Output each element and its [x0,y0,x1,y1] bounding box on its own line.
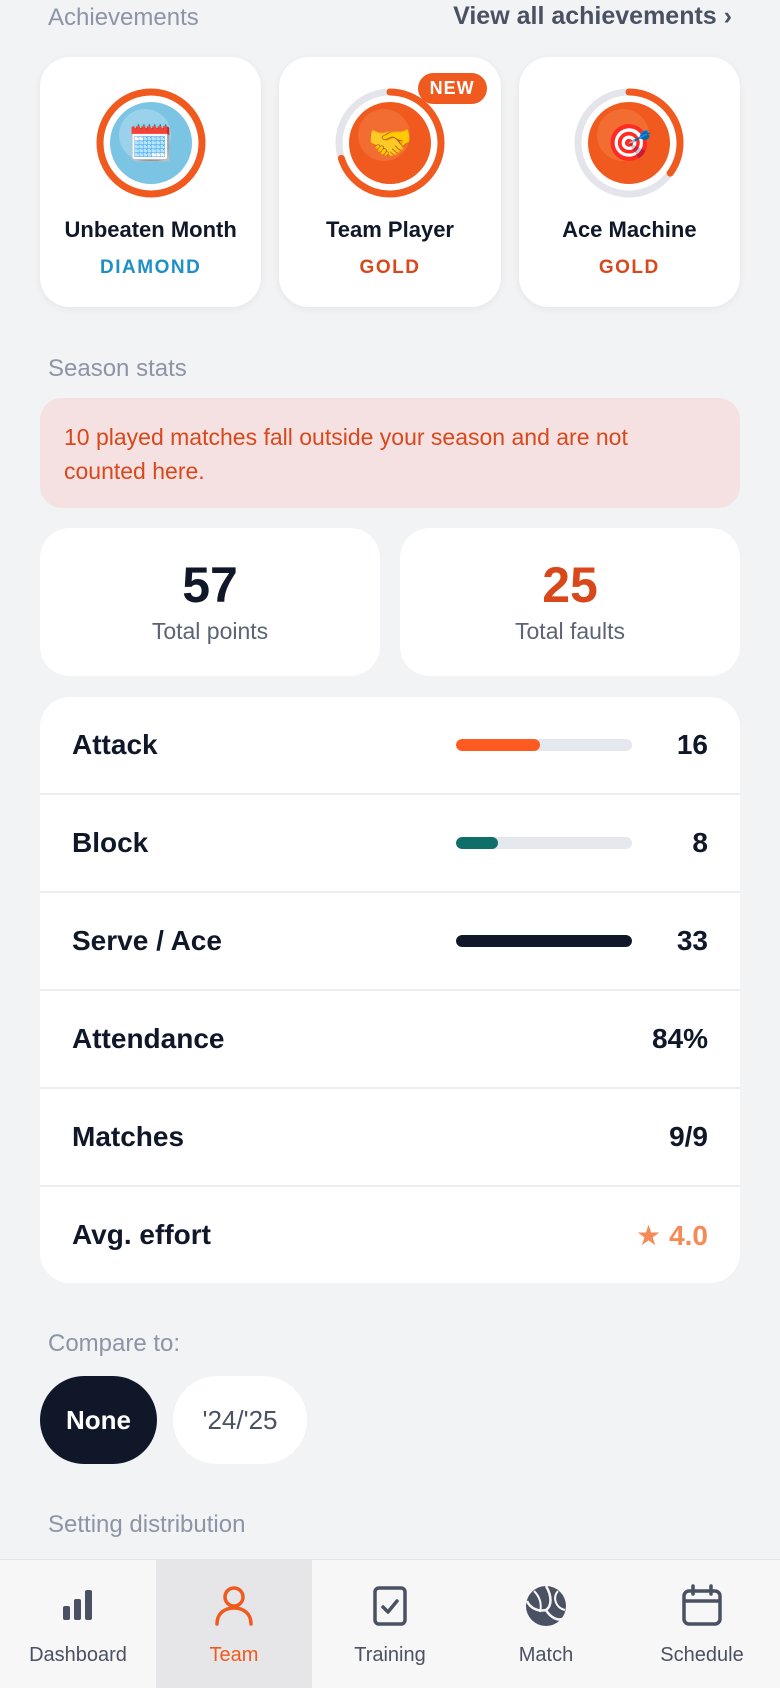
nav-label: Schedule [660,1644,744,1666]
clipboard-check-icon [366,1582,414,1630]
stat-bar-fill [456,739,541,751]
nav-item-schedule[interactable]: Schedule [624,1560,780,1688]
stat-row-block: Block 8 [40,795,740,893]
stat-row-matches: Matches 9/9 [40,1089,740,1187]
calendar-icon [678,1582,726,1630]
view-all-achievements-link[interactable]: View all achievements › [453,2,732,31]
season-totals: 57 Total points 25 Total faults [40,528,740,676]
stat-row-avg-effort: Avg. effort ★ 4.0 [40,1187,740,1283]
new-badge-tag: NEW [417,73,487,104]
volleyball-icon [522,1582,570,1630]
stat-bar-block [456,837,632,849]
target-icon: 🎯 [606,123,652,164]
stat-row-serve-ace: Serve / Ace 33 [40,893,740,991]
badge-ring: 🤝 [335,88,445,198]
stat-label: Avg. effort [72,1219,211,1250]
nav-item-dashboard[interactable]: Dashboard [0,1560,156,1688]
nav-item-match[interactable]: Match [468,1560,624,1688]
badge-name: Ace Machine [562,217,697,242]
achievement-badges: 🗓️ Unbeaten Month DIAMOND 🤝 NEW Team Pla… [40,57,740,307]
stat-value: 9/9 [669,1121,708,1152]
stat-label: Attack [72,729,158,760]
compare-option-none[interactable]: None [40,1376,157,1464]
total-faults-card: 25 Total faults [400,528,740,676]
nav-label: Match [518,1644,574,1666]
badge-tier: DIAMOND [100,257,202,278]
effort-score: 4.0 [669,1220,708,1251]
nav-item-training[interactable]: Training [312,1560,468,1688]
badge-ring: 🎯 [574,88,684,198]
stat-row-attendance: Attendance 84% [40,991,740,1089]
total-points-card: 57 Total points [40,528,380,676]
star-icon: ★ [635,1220,662,1251]
nav-label: Training [354,1644,426,1666]
total-points-value: 57 [182,557,238,613]
stat-value: 84% [651,1023,708,1054]
stat-value: 33 [676,925,708,956]
calendar-icon: 🗓️ [128,123,174,164]
season-stats-heading: Season stats [48,355,187,382]
stat-value: 16 [676,729,708,760]
bar-chart-icon [54,1582,102,1630]
setting-distribution-heading: Setting distribution [48,1511,246,1538]
stat-bar-serve-ace [456,935,632,947]
season-notice: 10 played matches fall outside your seas… [40,398,740,508]
badge-card-ace-machine[interactable]: 🎯 Ace Machine GOLD [518,57,740,307]
compare-heading: Compare to: [48,1330,181,1357]
stat-label: Attendance [72,1023,225,1054]
stat-value-effort: ★ 4.0 [636,1219,708,1252]
badge-tier: GOLD [359,257,421,278]
stat-label: Serve / Ace [72,925,222,956]
total-faults-value: 25 [542,557,598,613]
badge-tier: GOLD [598,257,660,278]
badge-name: Team Player [325,217,454,242]
handshake-icon: 🤝 [367,123,413,164]
person-icon [210,1582,258,1630]
stat-bar-fill [456,935,632,947]
compare-option-24-25[interactable]: '24/'25 [173,1376,307,1464]
stat-label: Block [72,827,149,858]
compare-options: None '24/'25 [40,1376,307,1464]
season-stats-list: Attack 16 Block 8 Serve / Ace 33 Attenda… [40,697,740,1283]
nav-label: Dashboard [29,1644,127,1666]
bottom-nav: Dashboard Team Training Match Schedule [0,1559,780,1688]
stat-bar-fill [456,837,499,849]
badge-card-team-player[interactable]: 🤝 NEW Team Player GOLD [279,57,501,307]
stat-value: 8 [692,827,708,858]
stat-label: Matches [72,1121,185,1152]
stat-bar-attack [456,739,632,751]
total-points-label: Total points [151,618,269,644]
total-faults-label: Total faults [515,618,625,644]
nav-item-team[interactable]: Team [156,1560,312,1688]
badge-ring: 🗓️ [96,88,206,198]
achievements-heading: Achievements [48,4,199,31]
nav-label: Team [209,1644,259,1666]
stat-row-attack: Attack 16 [40,697,740,795]
badge-name: Unbeaten Month [64,217,237,242]
badge-card-unbeaten-month[interactable]: 🗓️ Unbeaten Month DIAMOND [40,57,262,307]
